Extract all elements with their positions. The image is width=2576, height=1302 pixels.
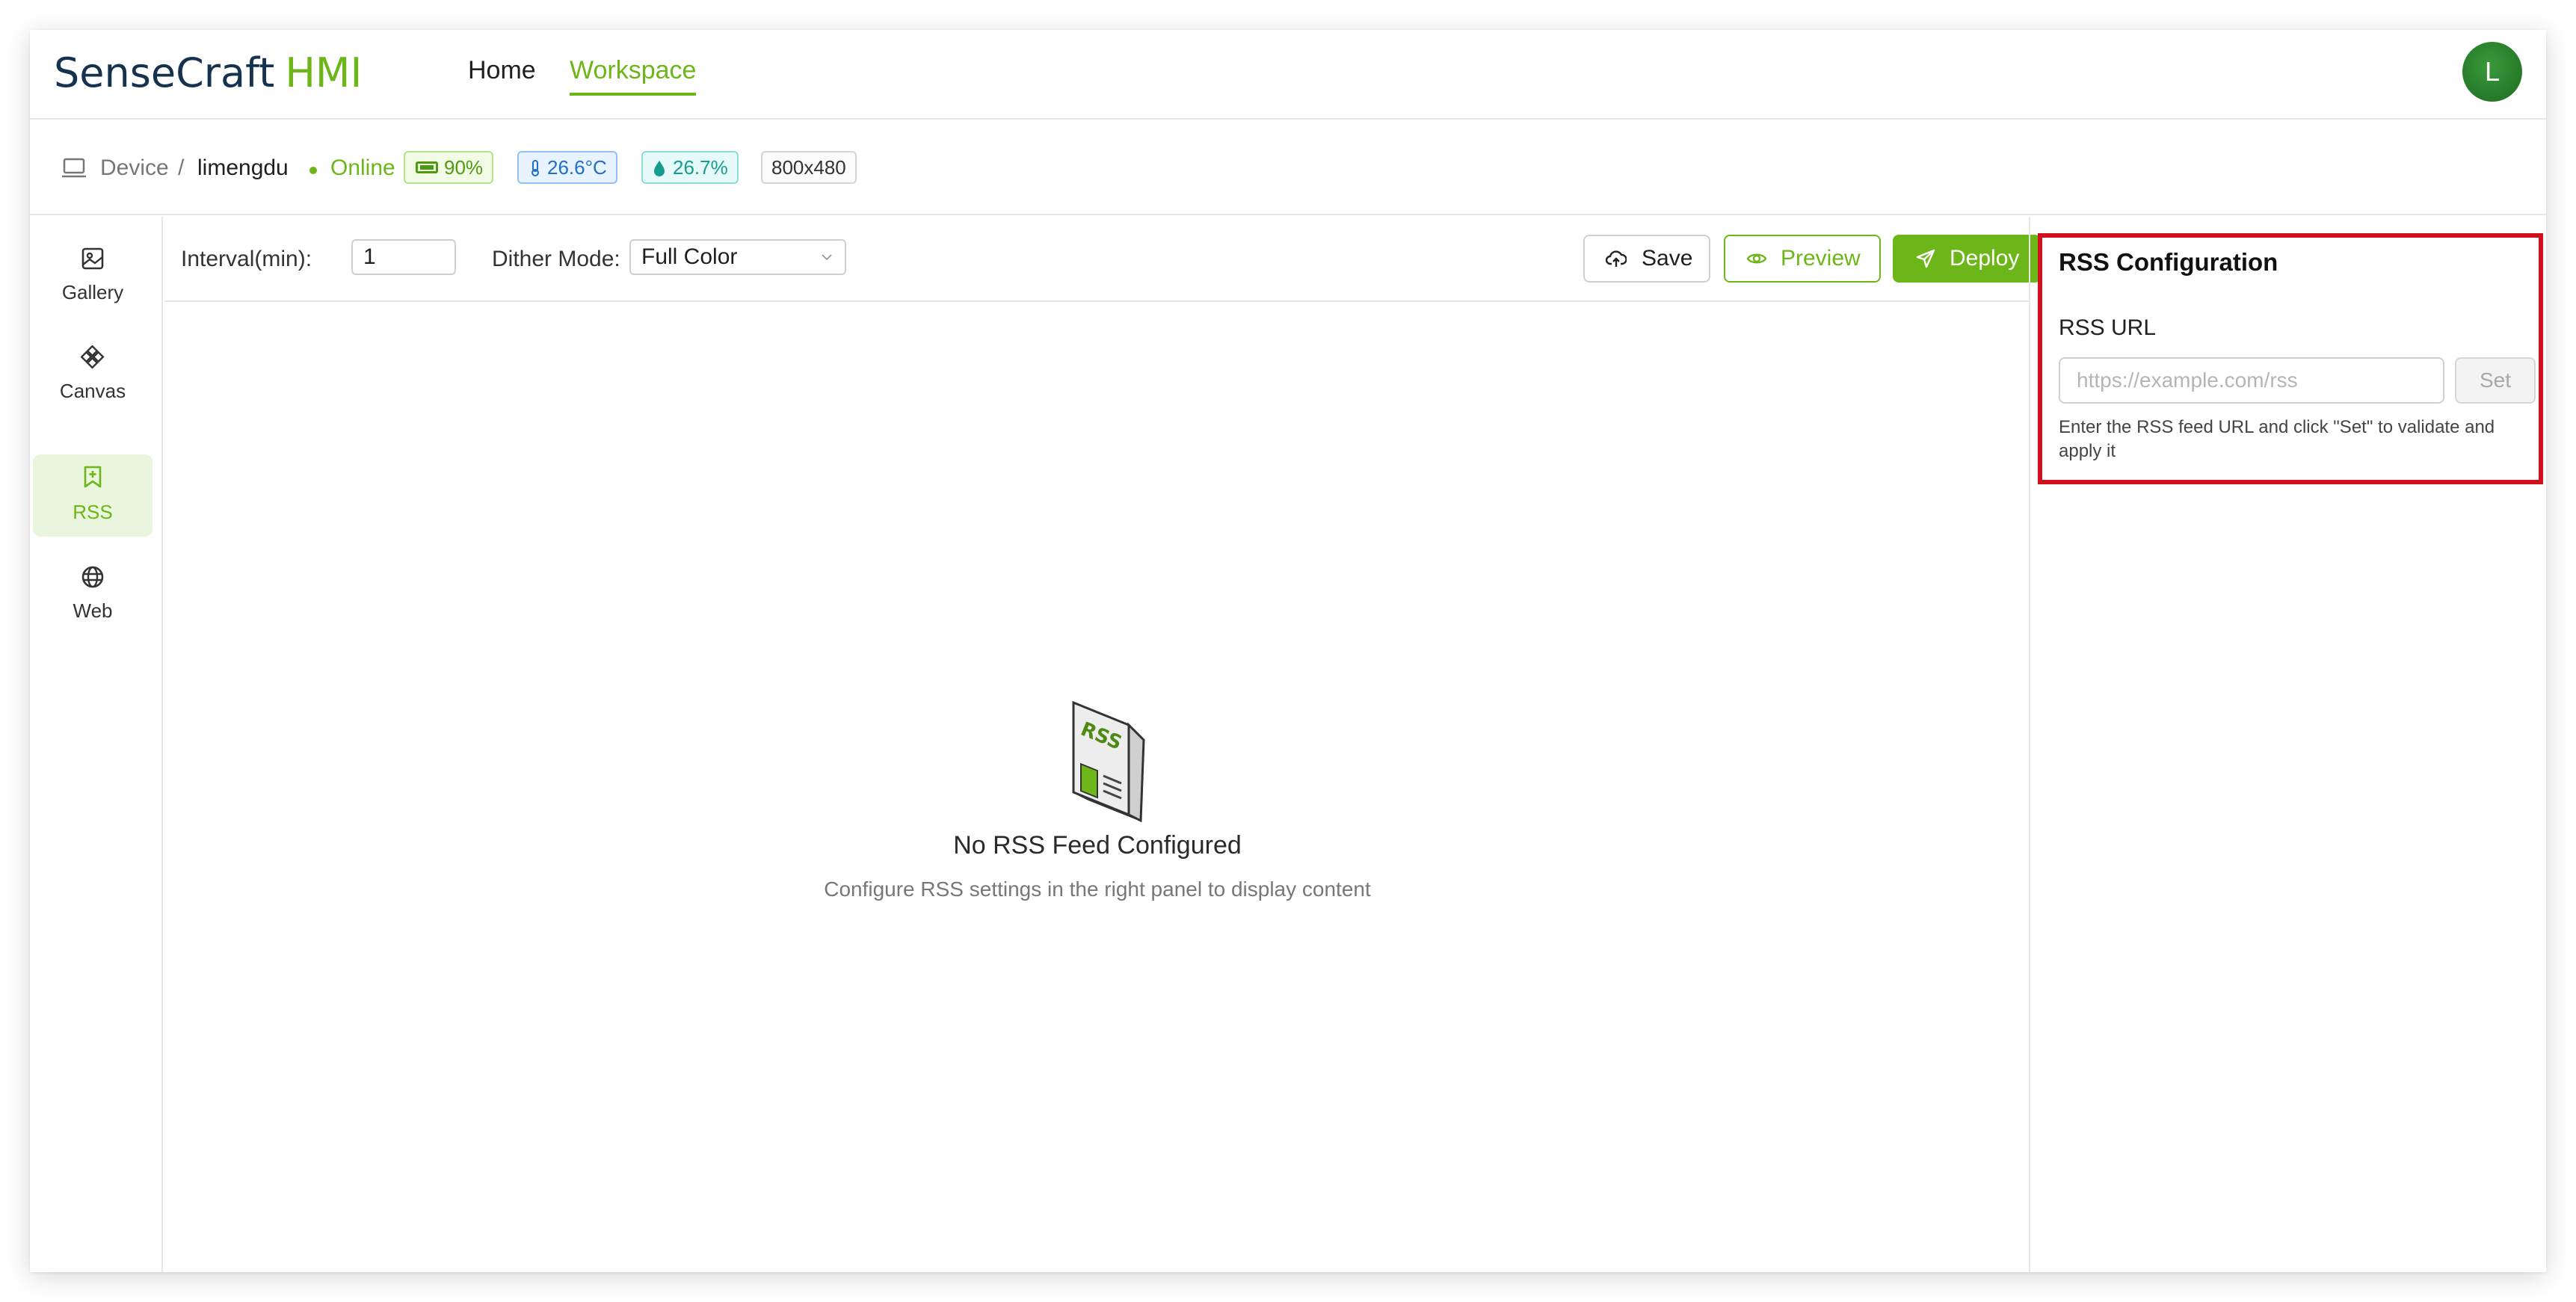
app-logo[interactable]: SenseCraft HMI <box>54 49 362 97</box>
sidebar-item-gallery[interactable]: Gallery <box>33 235 152 317</box>
water-drop-icon <box>654 161 665 176</box>
breadcrumb-separator: / <box>178 155 185 180</box>
sidebar-item-label: Web <box>73 599 113 622</box>
right-config-panel: RSS Configuration RSS URL Set Enter the … <box>2029 217 2546 1272</box>
save-button-label: Save <box>1642 246 1693 271</box>
cloud-upload-icon <box>1606 250 1627 267</box>
device-name: limengdu <box>197 155 289 180</box>
rss-config-title: RSS Configuration <box>2059 248 2278 276</box>
top-header: SenseCraft HMI Home Workspace L <box>30 30 2546 120</box>
temperature-value: 26.6°C <box>547 156 607 179</box>
laptop-icon <box>62 158 86 178</box>
breadcrumb-device[interactable]: Device <box>100 155 169 181</box>
deploy-button[interactable]: Deploy <box>1893 235 2041 283</box>
image-icon <box>81 247 104 270</box>
editor-toolbar: Interval(min): Dither Mode: Full Color S… <box>164 217 2041 302</box>
humidity-badge: 26.7% <box>641 151 739 184</box>
thermometer-icon <box>531 160 539 176</box>
chevron-down-icon <box>822 254 832 261</box>
interval-input[interactable] <box>351 239 456 275</box>
empty-state-title: No RSS Feed Configured <box>953 831 1242 860</box>
rss-configuration-section: RSS Configuration RSS URL Set Enter the … <box>2038 233 2543 484</box>
left-sidebar: Gallery Canvas RSS Web <box>30 217 163 1272</box>
rss-url-label: RSS URL <box>2059 315 2157 340</box>
dither-mode-select[interactable]: Full Color <box>629 239 846 275</box>
device-bar: Device / limengdu Online 90% 26.6°C 26.7… <box>30 121 2546 215</box>
empty-state-subtitle: Configure RSS settings in the right pane… <box>824 877 1371 901</box>
humidity-value: 26.7% <box>673 156 728 179</box>
save-button[interactable]: Save <box>1583 235 1710 283</box>
send-icon <box>1916 249 1935 268</box>
set-button[interactable]: Set <box>2455 357 2536 404</box>
eye-icon <box>1746 253 1767 264</box>
app-window: SenseCraft HMI Home Workspace L Device / … <box>30 30 2546 1272</box>
online-status-text: Online <box>330 155 395 180</box>
rss-url-help-text: Enter the RSS feed URL and click "Set" t… <box>2059 417 2495 461</box>
dither-mode-label: Dither Mode: <box>492 247 620 271</box>
preview-button-label: Preview <box>1781 246 1861 271</box>
sidebar-item-label: Gallery <box>61 281 124 303</box>
temperature-badge: 26.6°C <box>517 151 617 184</box>
deploy-button-label: Deploy <box>1950 246 2020 271</box>
rss-document-illustration: RSS <box>1072 700 1145 822</box>
battery-badge: 90% <box>404 151 494 184</box>
nav-home[interactable]: Home <box>468 54 536 87</box>
online-status-dot <box>309 167 317 174</box>
resolution-badge: 800x480 <box>761 151 857 184</box>
sidebar-item-rss[interactable]: RSS <box>33 454 152 537</box>
dither-mode-value: Full Color <box>641 244 738 269</box>
nav-workspace[interactable]: Workspace <box>570 54 697 96</box>
logo-text-sensecraft: SenseCraft <box>54 49 275 96</box>
sidebar-item-canvas[interactable]: Canvas <box>33 333 152 416</box>
sidebar-item-label: Canvas <box>59 380 126 402</box>
sidebar-item-label: RSS <box>73 501 113 523</box>
interval-label: Interval(min): <box>181 247 312 271</box>
sidebar-item-web[interactable]: Web <box>33 553 152 635</box>
user-avatar[interactable]: L <box>2462 42 2522 102</box>
logo-text-hmi: HMI <box>285 49 363 96</box>
battery-value: 90% <box>444 156 484 179</box>
diamond-grid-icon <box>81 345 105 369</box>
globe-icon <box>81 566 104 588</box>
battery-icon <box>416 161 438 173</box>
bookmark-plus-icon <box>84 466 102 488</box>
preview-button[interactable]: Preview <box>1724 235 1881 283</box>
rss-url-input[interactable] <box>2059 357 2444 404</box>
